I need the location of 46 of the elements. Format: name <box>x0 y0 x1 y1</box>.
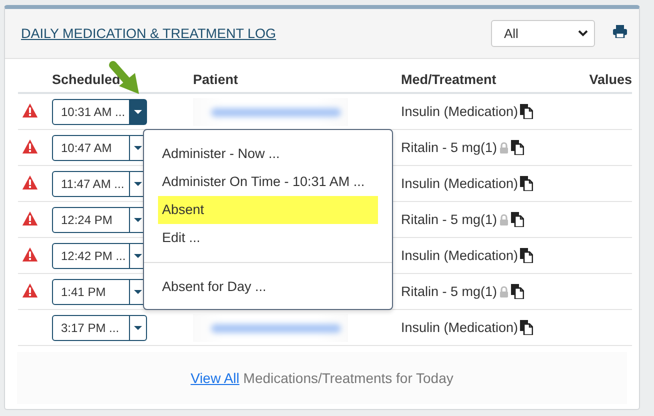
select-value: All <box>504 26 518 41</box>
caret-icon <box>134 146 142 150</box>
time-button[interactable]: 12:42 PM ... <box>52 242 130 268</box>
caret-icon <box>134 218 142 222</box>
time-button[interactable]: 11:47 AM ... <box>52 170 130 196</box>
chevron-icon <box>578 30 588 37</box>
caret-icon <box>134 290 142 294</box>
med-name: Insulin (Medication) <box>401 104 518 119</box>
menu-item[interactable]: Administer On Time - 10:31 AM ... <box>158 168 378 196</box>
footer-text: Medications/Treatments for Today <box>242 370 454 386</box>
print-icon[interactable] <box>613 24 627 38</box>
document-icon[interactable] <box>511 284 524 299</box>
med-name: Ritalin - 5 mg(1) <box>401 140 498 155</box>
document-icon[interactable] <box>520 176 534 191</box>
document-icon[interactable] <box>511 212 524 227</box>
caret-icon <box>134 254 142 258</box>
view-all-link[interactable]: View All <box>190 370 240 386</box>
column-header: Values <box>589 72 632 87</box>
column-header: Med/Treatment <box>401 72 496 87</box>
document-icon[interactable] <box>520 248 534 263</box>
menu-item[interactable]: Edit ... <box>158 224 378 252</box>
caret-icon <box>134 110 142 114</box>
time-button[interactable]: 1:41 PM <box>52 278 130 304</box>
column-header: Scheduled <box>52 72 120 87</box>
med-name: Ritalin - 5 mg(1) <box>401 284 498 299</box>
menu-item[interactable]: Absent <box>158 196 378 224</box>
dropdown-toggle[interactable] <box>130 98 147 124</box>
time-button[interactable]: 3:17 PM ... <box>52 314 130 340</box>
document-icon[interactable] <box>520 320 534 335</box>
caret-icon <box>134 326 142 330</box>
menu-item[interactable]: Administer - Now ... <box>158 140 378 168</box>
dropdown-toggle[interactable] <box>130 314 147 340</box>
med-name: Ritalin - 5 mg(1) <box>401 212 498 227</box>
document-icon[interactable] <box>511 140 524 155</box>
med-name: Insulin (Medication) <box>401 320 518 335</box>
med-name: Insulin (Medication) <box>401 248 518 263</box>
med-name: Insulin (Medication) <box>401 176 518 191</box>
column-header: Patient <box>193 72 238 87</box>
filter-select[interactable]: All <box>491 20 595 47</box>
panel-title[interactable]: DAILY MEDICATION & TREATMENT LOG <box>21 26 491 41</box>
document-icon[interactable] <box>520 104 534 119</box>
time-button[interactable]: 12:24 PM <box>52 206 130 232</box>
caret-icon <box>134 182 142 186</box>
time-button[interactable]: 10:47 AM <box>52 134 130 160</box>
menu-item[interactable]: Absent for Day ... <box>158 273 378 301</box>
time-button[interactable]: 10:31 AM ... <box>52 98 130 124</box>
